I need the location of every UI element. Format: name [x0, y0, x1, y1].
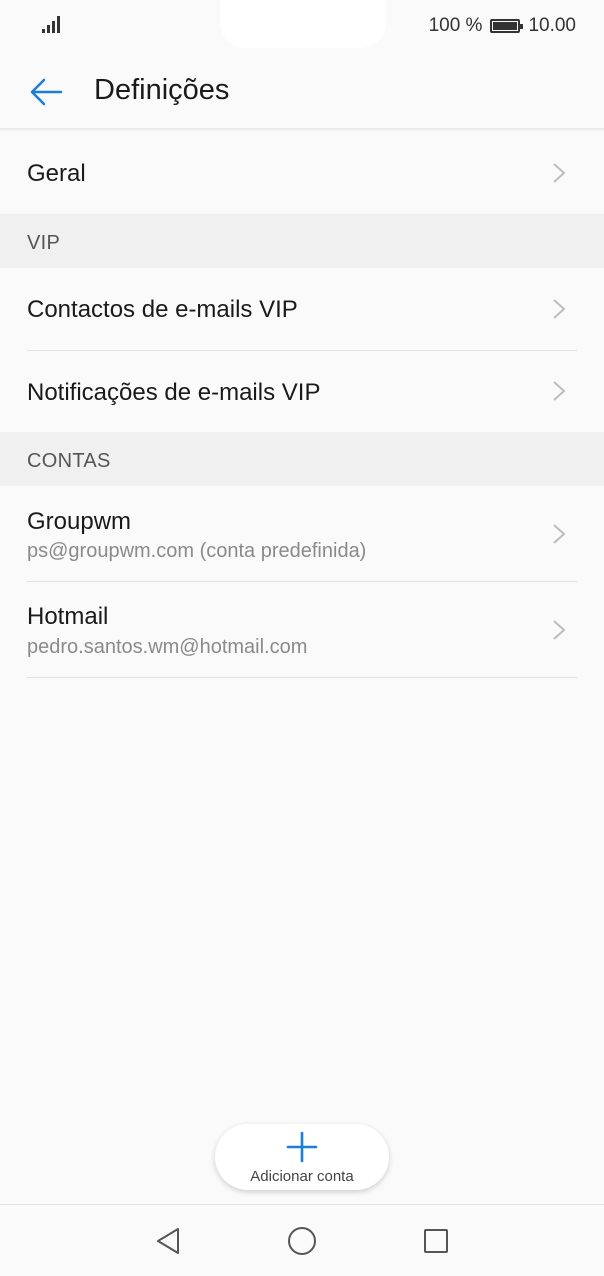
divider: [27, 677, 577, 678]
section-title: VIP: [27, 232, 61, 254]
account-item-hotmail[interactable]: Hotmail pedro.santos.wm@hotmail.com: [0, 582, 604, 677]
account-name: Groupwm: [27, 508, 132, 535]
settings-item-vip-contacts[interactable]: Contactos de e-mails VIP: [0, 268, 604, 350]
square-recents-icon: [424, 1229, 448, 1253]
status-bar: 100 % 10.00: [0, 0, 604, 52]
signal-icon: [42, 16, 60, 33]
nav-back-button[interactable]: [150, 1223, 186, 1259]
circle-home-icon: [288, 1227, 316, 1255]
page-title: Definições: [94, 74, 230, 106]
nav-home-button[interactable]: [284, 1223, 320, 1259]
add-account-label: Adicionar conta: [250, 1168, 354, 1185]
settings-item-general[interactable]: Geral: [0, 132, 604, 214]
battery-percentage: 100 %: [428, 15, 483, 36]
nav-recents-button[interactable]: [418, 1223, 454, 1259]
triangle-back-icon: [157, 1228, 179, 1254]
chevron-right-icon: [553, 620, 566, 640]
chevron-right-icon: [553, 299, 566, 319]
section-header-accounts: CONTAS: [0, 432, 604, 486]
settings-item-label: Contactos de e-mails VIP: [27, 296, 298, 323]
section-header-vip: VIP: [0, 214, 604, 268]
back-arrow-icon: [30, 78, 63, 106]
email-settings-screen: 100 % 10.00 Definições Geral VIP Contact…: [0, 0, 604, 1276]
account-name: Hotmail: [27, 603, 109, 630]
battery-icon: [490, 19, 524, 33]
notch: [220, 0, 386, 48]
system-navigation-bar: [0, 1204, 604, 1276]
settings-item-label: Notificações de e-mails VIP: [27, 379, 321, 406]
status-right: 100 % 10.00: [429, 14, 576, 38]
chevron-right-icon: [553, 381, 566, 401]
chevron-right-icon: [553, 163, 566, 183]
add-account-button[interactable]: Adicionar conta: [215, 1124, 389, 1190]
settings-item-label: Geral: [27, 160, 86, 187]
settings-item-vip-notifications[interactable]: Notificações de e-mails VIP: [0, 351, 604, 432]
section-title: CONTAS: [27, 450, 111, 472]
plus-icon: [286, 1131, 318, 1163]
back-button[interactable]: [22, 68, 70, 116]
app-header: Definições: [0, 52, 604, 128]
chevron-right-icon: [553, 524, 566, 544]
account-email: pedro.santos.wm@hotmail.com: [27, 636, 308, 658]
account-item-groupwm[interactable]: Groupwm ps@groupwm.com (conta predefinid…: [0, 486, 604, 581]
account-email: ps@groupwm.com (conta predefinida): [27, 540, 367, 562]
clock: 10.00: [528, 15, 576, 36]
